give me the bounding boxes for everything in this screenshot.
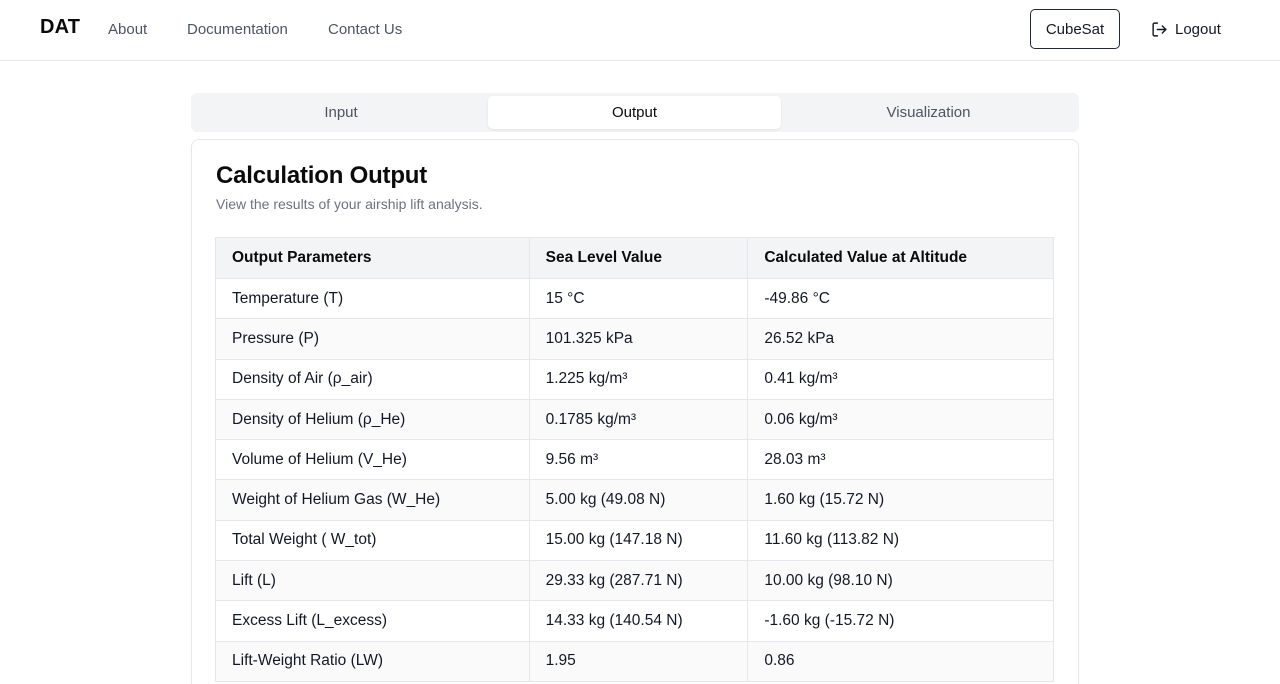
tab-list: Input Output Visualization [191,93,1079,132]
table-cell: 28.03 m³ [747,439,1054,481]
column-header: Calculated Value at Altitude [747,237,1054,279]
table-row: Pressure (P) 101.325 kPa 26.52 kPa [215,318,1054,360]
column-header: Output Parameters [215,237,530,279]
table-cell: Pressure (P) [215,318,530,360]
table-cell: Temperature (T) [215,277,530,320]
table-cell: 1.225 kg/m³ [528,358,749,400]
table-cell: 14.33 kg (140.54 N) [528,600,749,642]
table-cell: Density of Air (ρ_air) [215,358,530,400]
table-header-row: Output Parameters Sea Level Value Calcul… [215,237,1054,279]
nav-link-documentation[interactable]: Documentation [187,21,288,38]
table-row: Volume of Helium (V_He) 9.56 m³ 28.03 m³ [215,439,1054,481]
table-cell: 1.95 [528,640,749,682]
tab-output[interactable]: Output [488,96,781,129]
table-cell: Total Weight ( W_tot) [215,519,530,562]
table-cell: 0.86 [747,640,1054,682]
table-cell: 0.06 kg/m³ [747,398,1054,441]
table-cell: 0.1785 kg/m³ [528,398,749,441]
column-header: Sea Level Value [528,237,749,279]
brand-logo[interactable]: DAT [40,16,80,39]
table-cell: 15.00 kg (147.18 N) [528,519,749,562]
table-row: Density of Helium (ρ_He) 0.1785 kg/m³ 0.… [215,398,1054,441]
table-cell: -49.86 °C [747,277,1054,320]
tab-visualization[interactable]: Visualization [781,96,1076,129]
table-cell: 5.00 kg (49.08 N) [528,479,749,521]
nav-link-contact-us[interactable]: Contact Us [328,21,402,38]
logout-button[interactable]: Logout [1151,18,1221,40]
table-row: Lift (L) 29.33 kg (287.71 N) 10.00 kg (9… [215,560,1054,602]
table-cell: 101.325 kPa [528,318,749,360]
logout-icon [1151,21,1168,38]
tab-input[interactable]: Input [194,96,488,129]
table-cell: 11.60 kg (113.82 N) [747,519,1054,562]
table-row: Temperature (T) 15 °C -49.86 °C [215,277,1054,320]
table-row: Excess Lift (L_excess) 14.33 kg (140.54 … [215,600,1054,642]
table-cell: Excess Lift (L_excess) [215,600,530,642]
table-cell: Density of Helium (ρ_He) [215,398,530,441]
table-cell: 29.33 kg (287.71 N) [528,560,749,602]
table-cell: Weight of Helium Gas (W_He) [215,479,530,521]
table-cell: 10.00 kg (98.10 N) [747,560,1054,602]
table-row: Lift-Weight Ratio (LW) 1.95 0.86 [215,640,1054,682]
top-navbar: DAT About Documentation Contact Us CubeS… [0,0,1280,61]
table-cell: Lift (L) [215,560,530,602]
logout-label: Logout [1175,20,1221,38]
table-cell: 1.60 kg (15.72 N) [747,479,1054,521]
table-cell: 26.52 kPa [747,318,1054,360]
table-cell: Volume of Helium (V_He) [215,439,530,481]
cubesat-button[interactable]: CubeSat [1030,9,1120,49]
table-row: Density of Air (ρ_air) 1.225 kg/m³ 0.41 … [215,358,1054,400]
card-title: Calculation Output [216,162,428,189]
table-row: Weight of Helium Gas (W_He) 5.00 kg (49.… [215,479,1054,521]
table-cell: 15 °C [528,277,749,320]
table-cell: 9.56 m³ [528,439,749,481]
table-row: Total Weight ( W_tot) 15.00 kg (147.18 N… [215,519,1054,562]
output-table: Output Parameters Sea Level Value Calcul… [215,237,1054,682]
table-cell: Lift-Weight Ratio (LW) [215,640,530,682]
table-cell: -1.60 kg (-15.72 N) [747,600,1054,642]
table-cell: 0.41 kg/m³ [747,358,1054,400]
card-subtitle: View the results of your airship lift an… [216,196,483,212]
nav-link-about[interactable]: About [108,21,147,38]
